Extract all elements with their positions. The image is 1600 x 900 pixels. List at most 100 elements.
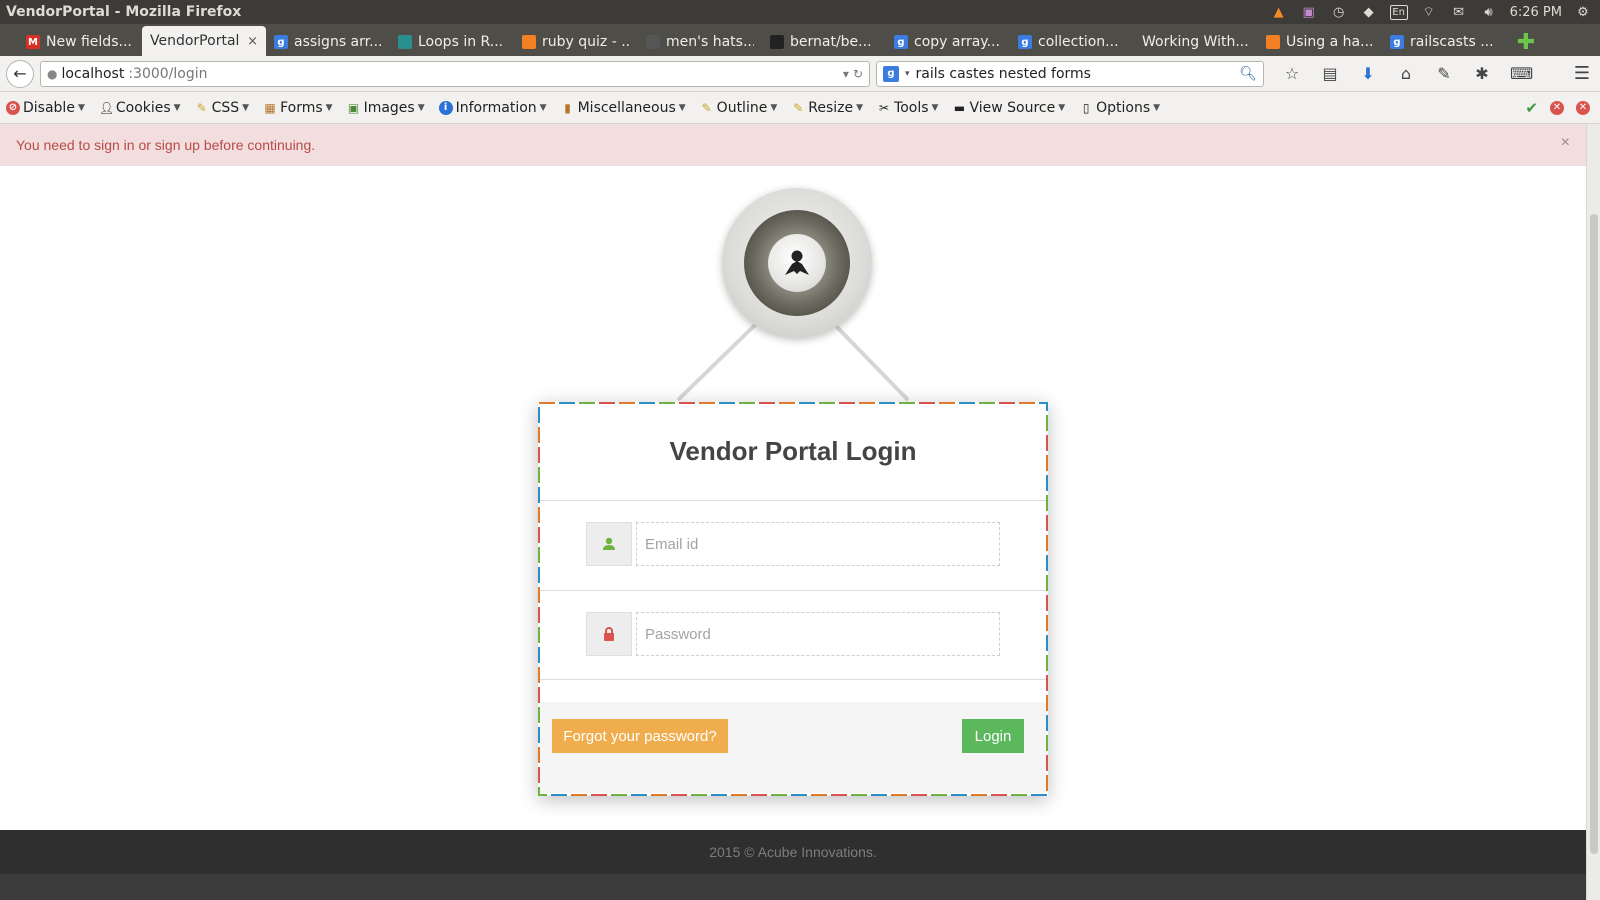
forgot-password-button[interactable]: Forgot your password? [552, 719, 728, 753]
keyboard-icon[interactable]: ⌨ [1510, 64, 1533, 83]
login-button[interactable]: Login [962, 719, 1024, 753]
wifi-icon[interactable]: ⌔ [1420, 4, 1438, 20]
flash-alert: You need to sign in or sign up before co… [0, 124, 1586, 166]
browser-tab[interactable]: M New fields... [18, 28, 142, 56]
clock-text[interactable]: 6:26 PM [1510, 5, 1562, 20]
browser-tab[interactable]: Using a ha... [1258, 28, 1382, 56]
dev-outline-menu[interactable]: ✎ Outline ▼ [700, 100, 778, 116]
reload-icon[interactable]: ↻ [853, 67, 863, 81]
dev-options-menu[interactable]: ▯ Options ▼ [1079, 100, 1160, 116]
browser-tab[interactable]: Working With... [1134, 28, 1258, 56]
browser-tab[interactable]: g assigns arr... [266, 28, 390, 56]
browser-tab[interactable]: Loops in R... [390, 28, 514, 56]
vlc-icon[interactable]: ▲ [1270, 4, 1288, 20]
engine-dropdown-icon[interactable]: ▾ [905, 69, 910, 79]
dev-menu-label: Options [1096, 99, 1151, 116]
dev-menu-label: Tools [894, 99, 929, 116]
close-toolbar-icon[interactable]: ✕ [1576, 100, 1590, 115]
dev-forms-menu[interactable]: ▦ Forms ▼ [263, 100, 332, 116]
browser-tab[interactable]: men's hats... [638, 28, 762, 56]
page-viewport: You need to sign in or sign up before co… [0, 124, 1586, 900]
browser-tab[interactable]: g collection... [1010, 28, 1134, 56]
caret-down-icon: ▼ [931, 102, 939, 113]
avatar-center [768, 234, 826, 292]
flash-message: You need to sign in or sign up before co… [16, 137, 316, 153]
keyboard-layout-indicator[interactable]: En [1389, 4, 1408, 20]
hamburger-menu-icon[interactable]: ☰ [1574, 63, 1594, 84]
error-icon[interactable]: ✕ [1550, 100, 1564, 115]
search-bar[interactable]: g ▾ rails castes nested forms 🔍︎ [876, 60, 1264, 87]
url-dropdown-icon[interactable]: ▾ [843, 67, 849, 81]
dev-menu-label: Outline [716, 99, 768, 116]
mail-icon[interactable]: ✉ [1450, 4, 1468, 20]
copyright-text: 2015 © Acube Innovations. [709, 844, 877, 860]
login-card: Vendor Portal Login Forgot yo [538, 402, 1048, 796]
tab-strip: M New fields... VendorPortal × g assigns arr.… [0, 24, 1600, 56]
login-card-footer: Forgot your password? Login [540, 702, 1046, 793]
lock-icon [604, 627, 614, 641]
stackoverflow-icon [1266, 35, 1280, 49]
tab-close-icon[interactable]: × [247, 34, 258, 49]
back-button[interactable]: ← [6, 59, 34, 88]
lock-field-icon [586, 612, 632, 656]
extension-icon[interactable]: ✱ [1472, 64, 1492, 83]
outline-icon: ✎ [701, 100, 712, 115]
volume-icon[interactable]: 🔊︎ [1480, 4, 1498, 20]
search-icon[interactable]: 🔍︎ [1239, 66, 1257, 82]
caret-down-icon: ▼ [325, 102, 333, 113]
google-icon: g [274, 35, 288, 49]
dev-information-menu[interactable]: i Information ▼ [438, 99, 547, 116]
caret-down-icon: ▼ [173, 102, 181, 113]
avatar-ring [744, 210, 850, 316]
dev-disable-menu[interactable]: ⊘ Disable ▼ [6, 100, 85, 116]
stackoverflow-icon [522, 35, 536, 49]
password-divider [540, 679, 1046, 680]
globe-icon: ● [47, 66, 58, 81]
browser-tab[interactable]: ruby quiz - ... [514, 28, 638, 56]
browser-tab[interactable]: g railscasts ... [1382, 28, 1506, 56]
wrench-icon[interactable]: ✎ [1434, 64, 1454, 83]
page-scrollbar[interactable] [1586, 124, 1600, 900]
gear-icon[interactable]: ⚙ [1574, 4, 1592, 20]
dev-css-menu[interactable]: ✎ CSS ▼ [195, 100, 250, 116]
browser-tab[interactable]: g copy array... [886, 28, 1010, 56]
tab-label: VendorPortal [150, 33, 240, 49]
dev-menu-label: Resize [808, 99, 854, 116]
google-icon: g [1390, 35, 1404, 49]
password-input[interactable] [636, 612, 1000, 656]
new-tab-icon[interactable]: ✚ [1512, 28, 1540, 56]
clock-icon[interactable]: ◷ [1330, 4, 1348, 20]
view-source-icon: ▬ [953, 100, 966, 115]
dev-tools-menu[interactable]: ✂ Tools ▼ [877, 100, 938, 116]
dev-view-source-menu[interactable]: ▬ View Source ▼ [952, 100, 1065, 116]
search-input[interactable]: rails castes nested forms [916, 66, 1234, 82]
url-bar[interactable]: ● localhost:3000/login ▾ ↻ [40, 60, 870, 87]
screen-icon[interactable]: ▣ [1300, 4, 1318, 20]
dev-miscellaneous-menu[interactable]: ▮ Miscellaneous ▼ [561, 100, 686, 116]
bookmark-star-icon[interactable]: ☆ [1282, 64, 1302, 83]
caret-down-icon: ▼ [678, 102, 686, 113]
scroll-thumb[interactable] [1590, 214, 1598, 854]
google-search-engine-icon[interactable]: g [883, 65, 899, 82]
login-title: Vendor Portal Login [669, 436, 917, 466]
home-icon[interactable]: ⌂ [1396, 64, 1416, 83]
css-icon: ✎ [196, 100, 207, 115]
dev-resize-menu[interactable]: ✎ Resize ▼ [791, 100, 863, 116]
caret-down-icon: ▼ [242, 102, 250, 113]
disable-icon: ⊘ [6, 100, 20, 115]
nav-icon-group: ☆ ▤ ⬇ ⌂ ✎ ✱ ⌨ [1282, 64, 1533, 83]
browser-tab[interactable]: bernat/be... [762, 28, 886, 56]
checkmark-icon[interactable]: ✔ [1525, 99, 1538, 117]
email-input[interactable] [636, 522, 1000, 566]
password-row [586, 612, 1000, 656]
dev-images-menu[interactable]: ▣ Images ▼ [347, 100, 425, 116]
dropbox-icon[interactable]: ◆ [1360, 4, 1378, 20]
bookmarks-list-icon[interactable]: ▤ [1320, 64, 1340, 83]
email-row [586, 522, 1000, 566]
dev-menu-label: Information [455, 99, 537, 116]
download-icon[interactable]: ⬇ [1358, 64, 1378, 83]
dev-cookies-menu[interactable]: 👤︎ Cookies ▼ [99, 100, 181, 116]
flash-close-button[interactable]: × [1561, 134, 1570, 152]
information-icon: i [438, 100, 453, 115]
tab-active[interactable]: VendorPortal × [142, 26, 266, 56]
